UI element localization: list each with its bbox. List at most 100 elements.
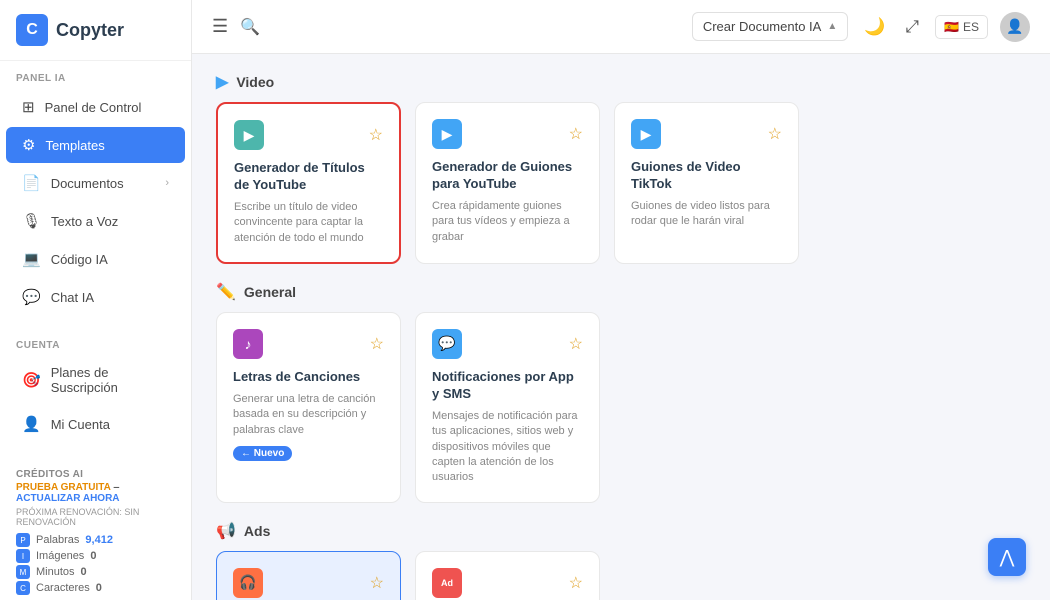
star-icon[interactable]: ☆	[370, 334, 384, 354]
card-title: Generador de Títulos de YouTube	[234, 160, 383, 194]
card-notificaciones-app[interactable]: 💬 ☆ Notificaciones por App y SMS Mensaje…	[415, 312, 600, 503]
new-badge-label: ← Nuevo	[241, 448, 284, 459]
plan-value: PRUEBA GRATUITA – ACTUALIZAR AHORA	[16, 482, 175, 504]
sidebar-item-label: Planes de Suscripción	[51, 365, 169, 395]
minutos-icon: M	[16, 565, 30, 579]
menu-icon[interactable]: ☰	[212, 16, 228, 37]
card-icon-blue: ▶	[631, 119, 661, 149]
credit-minutos-label: Minutos	[36, 566, 75, 578]
credit-caracteres-val: 0	[96, 582, 102, 594]
card-titulares-anuncios[interactable]: Ad ☆ Titulares de Anuncios	[415, 551, 600, 600]
app-name: Copyter	[56, 20, 124, 41]
general-section-header: ✏️ General	[216, 264, 1026, 312]
card-icon-blue: 💬	[432, 329, 462, 359]
card-icon-row: ▶ ☆	[234, 120, 383, 150]
topbar-left: ☰ 🔍	[212, 16, 260, 37]
topbar: ☰ 🔍 Crear Documento IA ▲ 🌙 ⤢ 🇪🇸 ES 👤	[192, 0, 1050, 54]
video-icon: ▶	[216, 72, 228, 92]
general-cards-grid: ♪ ☆ Letras de Canciones Generar una letr…	[216, 312, 1026, 503]
main-area: ☰ 🔍 Crear Documento IA ▲ 🌙 ⤢ 🇪🇸 ES 👤 ▶ V…	[192, 0, 1050, 600]
credit-row-caracteres: C Caracteres 0	[16, 581, 175, 595]
credit-imagenes-val: 0	[90, 550, 96, 562]
search-icon[interactable]: 🔍	[240, 17, 260, 37]
sidebar-item-label: Mi Cuenta	[51, 417, 110, 432]
sidebar-item-templates[interactable]: ⚙ Templates	[6, 127, 185, 163]
card-title: Generador de Guiones para YouTube	[432, 159, 583, 193]
sidebar-item-chat-ia[interactable]: 💬 Chat IA	[6, 279, 185, 315]
card-title: Notificaciones por App y SMS	[432, 369, 583, 403]
star-icon[interactable]: ☆	[569, 573, 583, 593]
lang-code: ES	[963, 20, 979, 34]
imagenes-icon: I	[16, 549, 30, 563]
card-icon-row: 💬 ☆	[432, 329, 583, 359]
credit-palabras-val: 9,412	[85, 534, 113, 546]
card-titulos-clickbait[interactable]: 🎧 ☆ Títulos Clickbait	[216, 551, 401, 600]
new-badge: ← Nuevo	[233, 446, 292, 461]
sidebar-item-texto-voz[interactable]: 🎙 Texto a Voz	[6, 203, 185, 239]
card-title: Letras de Canciones	[233, 369, 384, 386]
crear-doc-label: Crear Documento IA	[703, 19, 822, 34]
card-guiones-tiktok[interactable]: ▶ ☆ Guiones de Video TikTok Guiones de v…	[614, 102, 799, 264]
crear-documento-button[interactable]: Crear Documento IA ▲	[692, 12, 848, 41]
sidebar-item-mi-cuenta[interactable]: 👤 Mi Cuenta	[6, 406, 185, 442]
card-icon-row: 🎧 ☆	[233, 568, 384, 598]
credit-row-palabras: P Palabras 9,412	[16, 533, 175, 547]
code-icon: 💻	[22, 250, 41, 268]
card-desc: Escribe un título de video convincente p…	[234, 200, 383, 246]
card-gen-guiones-yt[interactable]: ▶ ☆ Generador de Guiones para YouTube Cr…	[415, 102, 600, 264]
sidebar: C Copyter PANEL IA ⊞ Panel de Control ⚙ …	[0, 0, 192, 600]
credit-palabras-label: Palabras	[36, 534, 79, 546]
chevron-up-icon: ▲	[827, 21, 837, 32]
cuenta-section-label: CUENTA	[0, 328, 191, 355]
sidebar-item-codigo-ia[interactable]: 💻 Código IA	[6, 241, 185, 277]
sidebar-item-label: Texto a Voz	[51, 214, 118, 229]
card-icon-red: Ad	[432, 568, 462, 598]
ads-section-header: 📢 Ads	[216, 503, 1026, 551]
credit-imagenes-label: Imágenes	[36, 550, 84, 562]
sidebar-item-label: Código IA	[51, 252, 108, 267]
sidebar-item-planes[interactable]: 🎯 Planes de Suscripción	[6, 356, 185, 404]
language-selector[interactable]: 🇪🇸 ES	[935, 15, 988, 39]
star-icon[interactable]: ☆	[370, 573, 384, 593]
credits-label: CRÉDITOS AI	[16, 469, 175, 480]
fullscreen-icon[interactable]: ⤢	[901, 13, 923, 41]
card-icon-orange: 🎧	[233, 568, 263, 598]
logo-box: C	[16, 14, 48, 46]
card-icon-row: Ad ☆	[432, 568, 583, 598]
video-section-label: Video	[236, 74, 274, 90]
renewal-label: PRÓXIMA RENOVACIÓN: SIN RENOVACIÓN	[16, 507, 175, 527]
upgrade-link[interactable]: ACTUALIZAR AHORA	[16, 493, 120, 504]
palabras-icon: P	[16, 533, 30, 547]
credit-row-imagenes: I Imágenes 0	[16, 549, 175, 563]
grid-icon: ⊞	[22, 98, 35, 116]
card-desc: Mensajes de notificación para tus aplica…	[432, 409, 583, 486]
general-section-label: General	[244, 284, 296, 300]
sidebar-item-label: Documentos	[51, 176, 124, 191]
sidebar-item-documentos[interactable]: 📄 Documentos ›	[6, 165, 185, 201]
card-gen-titulos-yt[interactable]: ▶ ☆ Generador de Títulos de YouTube Escr…	[216, 102, 401, 264]
sidebar-item-label: Templates	[45, 138, 104, 153]
star-icon[interactable]: ☆	[569, 124, 583, 144]
card-letras-canciones[interactable]: ♪ ☆ Letras de Canciones Generar una letr…	[216, 312, 401, 503]
logo-area: C Copyter	[0, 0, 191, 61]
sidebar-item-panel-control[interactable]: ⊞ Panel de Control	[6, 89, 185, 125]
star-icon[interactable]: ☆	[768, 124, 782, 144]
chevron-right-icon: ›	[165, 177, 169, 189]
chat-icon: 💬	[22, 288, 41, 306]
user-icon: 👤	[22, 415, 41, 433]
video-section-header: ▶ Video	[216, 54, 1026, 102]
flag-icon: 🇪🇸	[944, 20, 959, 34]
credit-minutos-val: 0	[81, 566, 87, 578]
trial-label: PRUEBA GRATUITA	[16, 482, 111, 493]
star-icon[interactable]: ☆	[369, 125, 383, 145]
card-desc: Crea rápidamente guiones para tus vídeos…	[432, 199, 583, 245]
mic-icon: 🎙	[22, 212, 41, 230]
scroll-top-button[interactable]: ⋀	[988, 538, 1026, 576]
credit-caracteres-label: Caracteres	[36, 582, 90, 594]
avatar[interactable]: 👤	[1000, 12, 1030, 42]
sidebar-item-label: Chat IA	[51, 290, 94, 305]
video-cards-grid: ▶ ☆ Generador de Títulos de YouTube Escr…	[216, 102, 1026, 264]
plan-sep: –	[114, 482, 120, 493]
star-icon[interactable]: ☆	[569, 334, 583, 354]
dark-mode-icon[interactable]: 🌙	[860, 13, 889, 41]
